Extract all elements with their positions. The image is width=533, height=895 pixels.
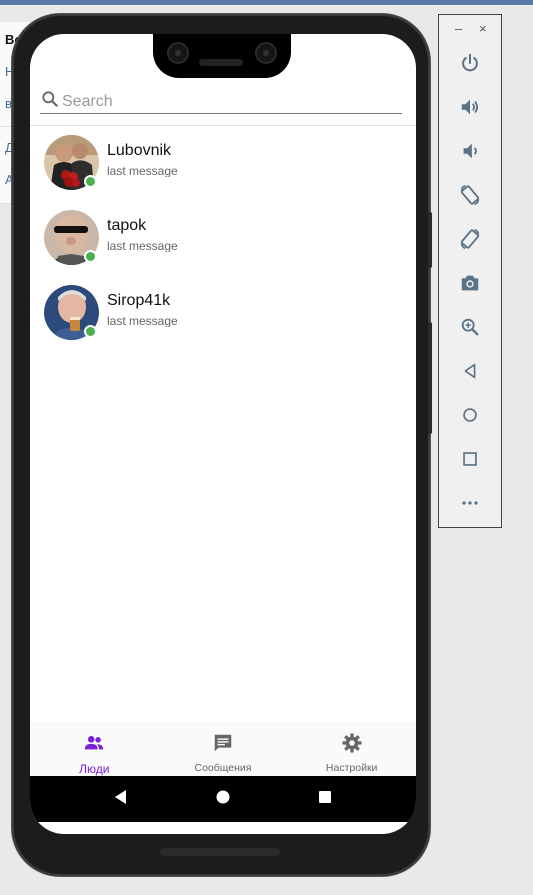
online-indicator xyxy=(84,250,97,263)
nav-tab-settings[interactable]: Настройки xyxy=(287,722,416,776)
system-overview-icon[interactable] xyxy=(317,789,333,810)
nav-tab-people[interactable]: Люди xyxy=(30,722,159,776)
more-icon[interactable] xyxy=(458,491,482,515)
phone-frame: Lubovnik last message xyxy=(12,14,432,876)
phone-bezel: Lubovnik last message xyxy=(30,34,416,834)
zoom-icon[interactable] xyxy=(458,315,482,339)
online-indicator xyxy=(84,325,97,338)
system-home-icon[interactable] xyxy=(215,789,231,810)
contact-last-message: last message xyxy=(107,239,178,252)
home-icon[interactable] xyxy=(458,403,482,427)
nav-label: Настройки xyxy=(325,762,378,774)
camera-icon[interactable] xyxy=(458,271,482,295)
emulator-toolbar: – × xyxy=(438,14,502,528)
gear-icon xyxy=(341,732,363,759)
phone-power-button xyxy=(428,212,432,268)
system-navigation-bar xyxy=(30,776,416,822)
contact-item[interactable]: Sirop41k last message xyxy=(30,282,416,357)
phone-volume-button xyxy=(428,322,432,434)
contact-last-message: last message xyxy=(107,164,178,177)
search-input[interactable] xyxy=(62,92,382,111)
front-camera xyxy=(255,42,277,64)
minimize-button[interactable]: – xyxy=(455,22,462,35)
overview-icon[interactable] xyxy=(458,447,482,471)
close-button[interactable]: × xyxy=(479,22,487,35)
search-icon xyxy=(40,89,60,114)
search-bar xyxy=(40,90,402,114)
contact-name: Sirop41k xyxy=(107,292,171,309)
bottom-speaker-grille xyxy=(160,848,280,856)
contact-list: Lubovnik last message tapok last message… xyxy=(30,132,416,357)
bottom-navigation: Люди Сообщения Настройки xyxy=(30,722,416,776)
online-indicator xyxy=(84,175,97,188)
search-divider xyxy=(30,125,416,126)
back-icon[interactable] xyxy=(458,359,482,383)
volume-up-icon[interactable] xyxy=(458,95,482,119)
nav-label: Люди xyxy=(79,762,110,776)
nav-label: Сообщения xyxy=(194,762,252,774)
rotate-left-icon[interactable] xyxy=(458,183,482,207)
message-icon xyxy=(212,732,234,759)
system-back-icon[interactable] xyxy=(113,789,129,810)
front-camera xyxy=(167,42,189,64)
people-icon xyxy=(83,732,105,759)
volume-down-icon[interactable] xyxy=(458,139,482,163)
host-top-bar xyxy=(0,0,533,5)
contact-name: tapok xyxy=(107,217,147,234)
contact-name: Lubovnik xyxy=(107,142,172,159)
earpiece-speaker xyxy=(199,59,243,66)
nav-tab-messages[interactable]: Сообщения xyxy=(159,722,288,776)
background-link[interactable]: в xyxy=(5,96,12,111)
app-screen: Lubovnik last message xyxy=(30,34,416,834)
contact-item[interactable]: Lubovnik last message xyxy=(30,132,416,207)
phone-notch xyxy=(153,34,291,78)
contact-item[interactable]: tapok last message xyxy=(30,207,416,282)
power-icon[interactable] xyxy=(458,51,482,75)
contact-last-message: last message xyxy=(107,314,178,327)
rotate-right-icon[interactable] xyxy=(458,227,482,251)
